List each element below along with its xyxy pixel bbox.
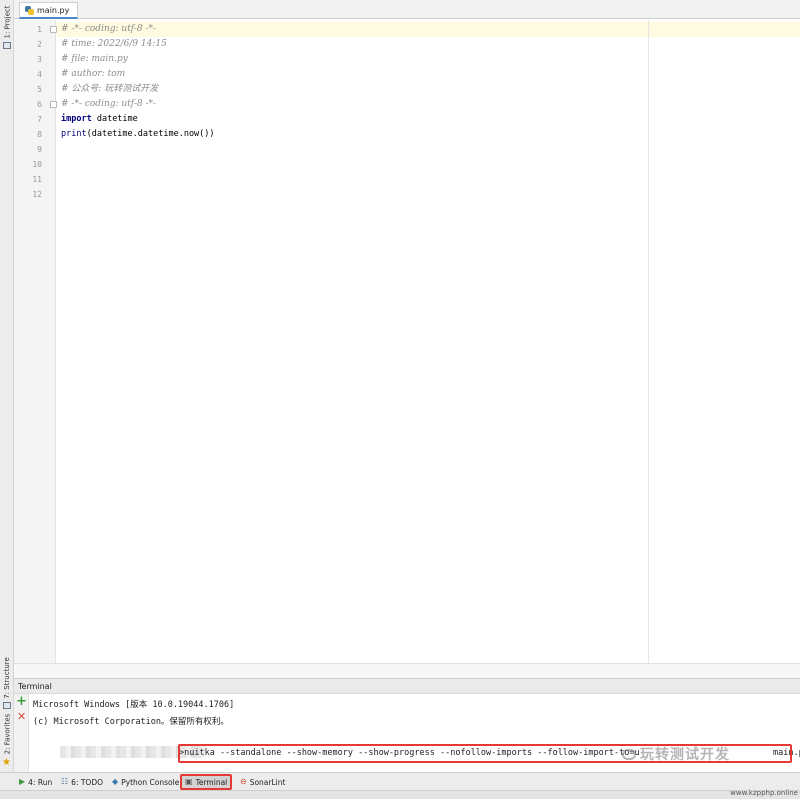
python-console-tool-button[interactable]: ◆ Python Console [109,774,182,790]
terminal-line: Microsoft Windows [版本 10.0.19044.1706] [33,700,235,710]
comment-text: # author: tom [61,69,126,79]
line-number: 4 [37,70,42,79]
tab-main-py[interactable]: main.py [19,2,79,19]
line-number: 6 [37,100,42,109]
keyword-token: import [61,114,92,124]
project-icon[interactable] [3,42,11,49]
comment-text: # -*- coding: utf-8 -*- [61,99,157,109]
fold-marker-icon[interactable] [50,26,57,33]
command-highlight-box [178,744,792,763]
favorites-tab-label: 2: Favorites [3,713,12,755]
code-line: import datetime [57,112,800,127]
line-number: 5 [37,85,42,94]
terminal-title: Terminal [18,682,52,691]
todo-tool-button[interactable]: ☷ 6: TODO [58,774,106,790]
line-number: 11 [32,175,42,184]
line-number: 12 [32,190,42,199]
terminal-label: Terminal [195,777,228,787]
line-number: 1 [37,25,42,34]
line-number: 2 [37,40,42,49]
line-number: 3 [37,55,42,64]
run-label: 4: Run [28,777,53,787]
code-token: (datetime.datetime.now()) [86,129,215,139]
comment-text: # -*- coding: utf-8 -*- [61,24,157,34]
code-line: # 公众号: 玩转测试开发 [57,82,800,97]
structure-tab-label: 7: Structure [3,657,12,699]
editor-tab-bar: main.py [14,0,800,19]
site-watermark: www.kzpphp.online [730,789,798,797]
builtin-token: print [61,129,87,139]
favorites-tool-tab[interactable]: 2: Favorites [0,712,14,756]
code-line: # -*- coding: utf-8 -*- [57,97,800,112]
fold-marker-icon[interactable] [50,101,57,108]
line-number: 10 [32,160,42,169]
right-margin-guide [648,20,649,663]
run-icon: ▶ [19,777,26,786]
python-file-icon [25,5,34,15]
terminal-toolbar: + ✕ [14,694,29,772]
code-token: datetime [91,114,138,124]
comment-text: # time: 2022/6/9 14:15 [61,39,167,49]
structure-tool-tab[interactable]: 7: Structure [0,656,14,700]
terminal-icon: ▣ [185,777,193,786]
bottom-tool-bar: ▶ 4: Run ☷ 6: TODO ◆ Python Console ▣ Te… [0,772,800,790]
terminal-header: Terminal [14,678,800,694]
python-console-icon: ◆ [112,777,119,786]
run-tool-button[interactable]: ▶ 4: Run [16,774,55,790]
structure-icon[interactable] [3,702,11,709]
code-editor[interactable]: # -*- coding: utf-8 -*- # time: 2022/6/9… [57,20,800,663]
tab-label: main.py [37,5,70,15]
comment-text: # file: main.py [61,54,128,64]
code-line: # -*- coding: utf-8 -*- [57,22,800,37]
code-line: # author: tom [57,67,800,82]
line-number: 9 [37,145,42,154]
python-console-label: Python Console [121,777,180,787]
sonarlint-icon: ⊖ [240,777,247,786]
line-number: 8 [37,130,42,139]
line-number-gutter: 1 2 3 4 5 6 7 8 9 10 11 12 [14,20,57,663]
todo-label: 6: TODO [71,777,104,787]
project-tool-tab[interactable]: 1: Project [0,4,14,40]
status-bar [0,790,800,799]
terminal-output[interactable]: Microsoft Windows [版本 10.0.19044.1706] (… [30,694,800,772]
code-line: # file: main.py [57,52,800,67]
code-line: # time: 2022/6/9 14:15 [57,37,800,52]
close-session-icon[interactable]: ✕ [17,711,26,722]
todo-icon: ☷ [61,777,69,786]
code-line: print(datetime.datetime.now()) [57,127,800,142]
comment-text: # 公众号: 玩转测试开发 [61,84,159,94]
sonarlint-tool-button[interactable]: ⊖ SonarLint [237,774,288,790]
star-icon[interactable]: ★ [2,758,11,768]
terminal-tool-button[interactable]: ▣ Terminal [180,774,233,790]
project-tab-label: 1: Project [3,5,11,39]
left-tool-strip: 1: Project 7: Structure 2: Favorites ★ [0,0,14,772]
line-number: 7 [37,115,42,124]
horizontal-scrollbar[interactable] [14,663,800,678]
new-session-icon[interactable]: + [16,695,27,708]
sonarlint-label: SonarLint [249,777,286,787]
terminal-line: (c) Microsoft Corporation。保留所有权利。 [33,717,229,727]
